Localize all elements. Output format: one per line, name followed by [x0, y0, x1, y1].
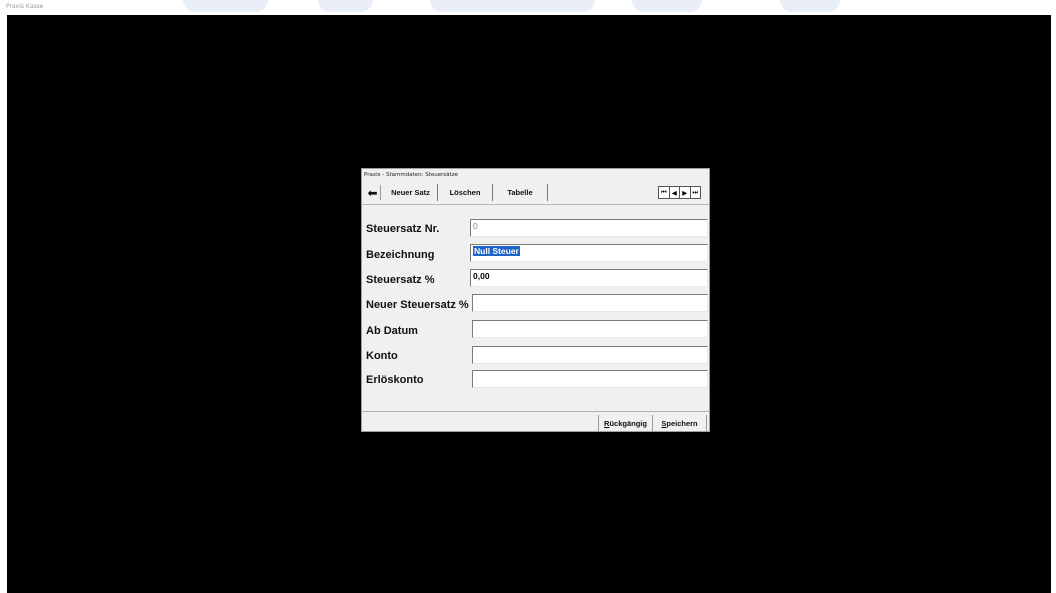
tax-number-field[interactable]: 0: [470, 219, 708, 237]
tax-rate-label: Steuersatz %: [366, 274, 435, 286]
arrow-left-icon: ⬅: [367, 185, 378, 200]
toolbar-divider: [362, 204, 709, 205]
tax-rate-field[interactable]: 0,00: [470, 269, 708, 287]
undo-button[interactable]: Rückgängig: [598, 415, 653, 431]
app-title: Praxis Kasse: [6, 3, 44, 10]
tax-number-label: Steuersatz Nr.: [366, 223, 440, 235]
tax-rates-dialog: Praxis - Stammdaten: Steuersätze ⬅ Neuer…: [361, 168, 710, 432]
header-decoration: [318, 0, 373, 12]
account-label: Konto: [366, 350, 398, 362]
footer-divider: [362, 411, 709, 412]
revenue-account-label: Erlöskonto: [366, 374, 424, 386]
header-decoration: [780, 0, 840, 12]
save-label: peichern: [666, 418, 698, 428]
record-navigator: ⏮ ◀ ▶ ⏭: [658, 186, 701, 199]
header-decoration: [430, 0, 595, 12]
new-tax-rate-field[interactable]: [472, 294, 708, 312]
new-record-button[interactable]: Neuer Satz: [384, 184, 438, 201]
toolbar: ⬅ Neuer Satz Löschen Tabelle ⏮ ◀ ▶ ⏭: [362, 183, 709, 203]
revenue-account-field[interactable]: [472, 370, 708, 388]
dialog-title: Praxis - Stammdaten: Steuersätze: [364, 172, 459, 178]
save-button[interactable]: Speichern: [653, 415, 707, 431]
new-tax-rate-label: Neuer Steuersatz %: [366, 299, 469, 311]
description-value: Null Steuer: [473, 246, 520, 256]
table-button[interactable]: Tabelle: [493, 184, 548, 201]
delete-button[interactable]: Löschen: [438, 184, 493, 201]
description-field[interactable]: Null Steuer: [470, 244, 708, 262]
header-decoration: [632, 0, 702, 12]
from-date-label: Ab Datum: [366, 325, 418, 337]
undo-label: ückgängig: [609, 418, 647, 428]
last-record-icon[interactable]: ⏭: [691, 187, 701, 198]
first-record-icon[interactable]: ⏮: [659, 187, 670, 198]
from-date-field[interactable]: [472, 320, 708, 338]
description-label: Bezeichnung: [366, 249, 435, 261]
prev-record-icon[interactable]: ◀: [670, 187, 680, 198]
header-decoration: [183, 0, 268, 12]
back-button[interactable]: ⬅: [365, 185, 381, 200]
account-field[interactable]: [472, 346, 708, 364]
next-record-icon[interactable]: ▶: [680, 187, 691, 198]
